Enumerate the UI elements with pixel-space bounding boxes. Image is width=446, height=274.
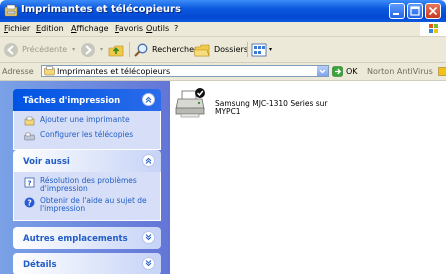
task-label: Résolution des problèmes d'impression: [40, 176, 137, 193]
address-dropdown-icon[interactable]: [317, 66, 328, 76]
go-button[interactable]: OK: [332, 65, 358, 78]
printer-folder-icon: [44, 66, 55, 76]
views-dropdown-icon[interactable]: ▾: [269, 46, 272, 53]
forward-button[interactable]: ▾: [80, 41, 103, 58]
help-icon: ?: [24, 197, 35, 208]
address-field[interactable]: Imprimantes et télécopieurs: [41, 65, 329, 77]
address-value: Imprimantes et télécopieurs: [57, 67, 171, 76]
panel-body: Ajouter une imprimante Configurer les té…: [13, 111, 161, 150]
panel-other-places: Autres emplacements: [13, 227, 161, 249]
folders-button[interactable]: Dossiers: [193, 41, 248, 58]
panel-title: Autres emplacements: [23, 234, 128, 244]
expand-chevron-icon[interactable]: [142, 257, 155, 270]
views-icon: [251, 43, 267, 56]
go-arrow-icon: [332, 66, 343, 77]
task-label: Obtenir de l'aide au sujet de l'impressi…: [40, 196, 147, 213]
help-book-icon: ?: [24, 177, 35, 188]
norton-icon: [438, 67, 446, 76]
printing-help-link[interactable]: ? Obtenir de l'aide au sujet de l'impres…: [14, 195, 160, 215]
address-bar: Adresse Imprimantes et télécopieurs OK N…: [0, 63, 446, 81]
title-bar[interactable]: Imprimantes et télécopieurs: [0, 0, 446, 22]
maximize-button[interactable]: [407, 3, 423, 19]
menu-bar: Fichier Edition Affichage Favoris Outils…: [0, 22, 446, 37]
search-icon: [134, 43, 148, 57]
collapse-chevron-icon[interactable]: [142, 154, 155, 167]
svg-text:?: ?: [27, 198, 31, 207]
panel-details: Détails: [13, 253, 161, 274]
minimize-button[interactable]: [389, 3, 405, 19]
task-label: Ajouter une imprimante: [40, 115, 130, 124]
close-button[interactable]: [425, 3, 441, 19]
explorer-window: Imprimantes et télécopieurs Fichier Edit…: [0, 0, 446, 274]
printer-icon: [175, 88, 205, 118]
troubleshoot-printing-link[interactable]: ? Résolution des problèmes d'impression: [14, 175, 160, 195]
panel-other-places-header[interactable]: Autres emplacements: [13, 227, 161, 249]
panel-title: Tâches d'impression: [23, 96, 121, 106]
back-button[interactable]: Précédente ▾: [3, 41, 75, 58]
windows-logo-icon: [420, 22, 446, 36]
menu-edition[interactable]: Edition: [36, 24, 64, 33]
content-area: Samsung MJC-1310 Series sur MYPC1: [170, 81, 446, 274]
go-label: OK: [346, 67, 358, 76]
configure-fax-link[interactable]: Configurer les télécopies: [14, 129, 160, 144]
menu-favoris[interactable]: Favoris: [115, 24, 143, 33]
panel-title: Voir aussi: [23, 157, 70, 167]
norton-antivirus-toolbar[interactable]: Norton AntiVirus ▾: [367, 67, 446, 76]
folders-icon: [193, 44, 210, 56]
menu-fichier[interactable]: Fichier: [4, 24, 30, 33]
panel-printing-tasks: Tâches d'impression Ajouter une impriman…: [13, 89, 161, 150]
up-folder-icon: [108, 45, 124, 56]
views-button[interactable]: ▾: [251, 41, 272, 58]
task-label: Configurer les télécopies: [40, 130, 134, 139]
panel-see-also-header[interactable]: Voir aussi: [13, 150, 161, 172]
back-label: Précédente: [22, 45, 68, 54]
norton-label: Norton AntiVirus: [367, 67, 433, 76]
default-printer-check-icon: [195, 88, 205, 98]
search-label: Rechercher: [152, 45, 198, 54]
printer-folder-icon: [4, 4, 18, 17]
expand-chevron-icon[interactable]: [142, 231, 155, 244]
panel-printing-tasks-header[interactable]: Tâches d'impression: [13, 89, 161, 111]
add-printer-icon: [24, 116, 35, 126]
panel-see-also: Voir aussi ? Résolution des problèmes d'…: [13, 150, 161, 221]
task-pane: Tâches d'impression Ajouter une impriman…: [0, 81, 170, 274]
toolbar-separator: [247, 42, 248, 57]
search-button[interactable]: Rechercher: [133, 41, 197, 58]
toolbar: Précédente ▾ ▾ Rechercher Dossiers ▾: [0, 37, 446, 63]
collapse-chevron-icon[interactable]: [142, 93, 155, 106]
panel-details-header[interactable]: Détails: [13, 253, 161, 274]
add-printer-link[interactable]: Ajouter une imprimante: [14, 114, 160, 129]
window-title: Imprimantes et télécopieurs: [21, 4, 181, 15]
address-label: Adresse: [2, 67, 34, 76]
menu-help[interactable]: ?: [174, 24, 178, 33]
back-dropdown-icon[interactable]: ▾: [72, 46, 75, 53]
back-arrow-icon: [4, 42, 18, 57]
menu-outils[interactable]: Outils: [146, 24, 169, 33]
forward-arrow-icon: [81, 42, 95, 57]
toolbar-separator: [129, 42, 130, 57]
forward-dropdown-icon[interactable]: ▾: [100, 46, 103, 53]
panel-body: ? Résolution des problèmes d'impression …: [13, 172, 161, 221]
printer-host: MYPC1: [215, 107, 241, 116]
printer-label: Samsung MJC-1310 Series sur MYPC1: [215, 100, 328, 116]
up-folder-button[interactable]: [108, 41, 124, 58]
svg-text:?: ?: [27, 180, 31, 188]
fax-icon: [24, 132, 35, 141]
menu-affichage[interactable]: Affichage: [71, 24, 109, 33]
folders-label: Dossiers: [214, 45, 248, 54]
panel-title: Détails: [23, 260, 57, 270]
